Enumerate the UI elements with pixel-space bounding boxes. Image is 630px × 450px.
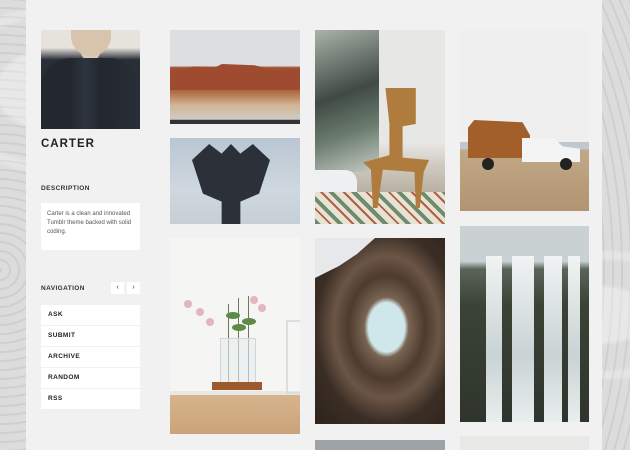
waterfall-stream (512, 256, 534, 422)
post-photo-partial[interactable] (460, 436, 589, 450)
blossom (250, 296, 258, 304)
description-heading: DESCRIPTION (41, 185, 90, 192)
post-photo-flowers[interactable] (170, 238, 300, 434)
picture-frame (286, 320, 300, 394)
post-photo-desert[interactable] (170, 30, 300, 124)
blog-avatar[interactable] (41, 30, 140, 129)
truck-cab (522, 138, 580, 162)
jacket-shape (192, 144, 270, 224)
chevron-left-icon[interactable]: ‹ (111, 282, 124, 294)
navigation-heading: NAVIGATION (41, 285, 85, 292)
description-text: Carter is a clean and innovated Tumblr t… (47, 211, 132, 235)
glass-vase (220, 338, 256, 386)
blossom (196, 308, 204, 316)
post-photo-partial[interactable] (315, 440, 445, 450)
waterfall-stream (568, 256, 580, 422)
truck-wheel (560, 158, 572, 170)
leaf (242, 318, 256, 325)
blossom (206, 318, 214, 326)
nav-item-ask[interactable]: ASK (41, 305, 140, 326)
leaf (226, 312, 240, 319)
nav-item-archive[interactable]: ARCHIVE (41, 347, 140, 368)
waterfall-stream (486, 256, 502, 422)
post-photo-crater[interactable] (315, 238, 445, 424)
chevron-right-icon[interactable]: › (127, 282, 140, 294)
leaf (232, 324, 246, 331)
blog-title[interactable]: CARTER (41, 138, 95, 150)
waterfall-stream (544, 256, 562, 422)
wood-stand (212, 382, 262, 390)
nav-item-random[interactable]: RANDOM (41, 368, 140, 389)
description-box: Carter is a clean and innovated Tumblr t… (41, 203, 140, 250)
blossom (258, 304, 266, 312)
navigation-menu: ASK SUBMIT ARCHIVE RANDOM RSS (41, 305, 140, 409)
blossom (184, 300, 192, 308)
camper-shell (468, 120, 530, 158)
tiled-floor (315, 192, 445, 224)
wall-art (315, 30, 379, 172)
post-photo-truck[interactable] (460, 30, 589, 211)
snow-patch (315, 238, 375, 278)
nav-item-rss[interactable]: RSS (41, 389, 140, 409)
post-photo-waterfall[interactable] (460, 226, 589, 422)
truck-wheel (482, 158, 494, 170)
post-photo-jacket[interactable] (170, 138, 300, 224)
desert-mesa (170, 64, 300, 90)
post-photo-chair[interactable] (315, 30, 445, 224)
nav-item-submit[interactable]: SUBMIT (41, 326, 140, 347)
